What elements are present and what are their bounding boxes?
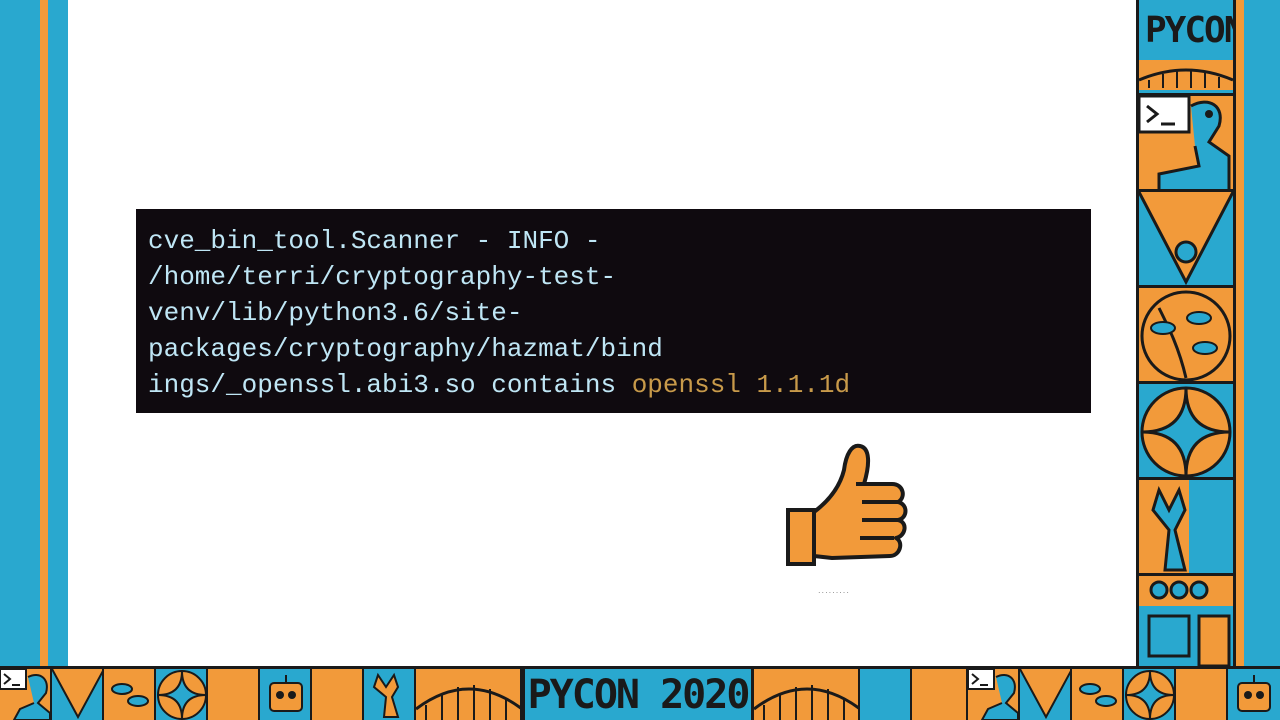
side-star-tile — [1139, 384, 1233, 480]
side-snake-tile — [1139, 96, 1233, 192]
terminal-output: cve_bin_tool.Scanner - INFO - /home/terr… — [136, 209, 1091, 413]
right-orange-stripe — [1236, 0, 1244, 666]
bottom-pillars-tile-2 — [1176, 669, 1228, 720]
bottom-pycon-title: PYCON 2020 — [522, 669, 754, 720]
robot-icon — [1237, 675, 1271, 712]
bottom-star-tile-2 — [1124, 669, 1176, 720]
terminal-line-4: packages/cryptography/hazmat/bind — [148, 334, 663, 364]
terminal-line-1: cve_bin_tool.Scanner - INFO - — [148, 226, 601, 256]
side-chevron-tile — [1139, 192, 1233, 288]
bridge-icon — [754, 685, 858, 720]
bottom-laurel-tile-2 — [1072, 669, 1124, 720]
terminal-line-2: /home/terri/cryptography-test- — [148, 262, 617, 292]
wrench-icon — [372, 672, 400, 718]
robot-icon — [269, 675, 303, 712]
terminal-prompt-icon — [968, 669, 1018, 720]
thumbs-up-icon — [786, 443, 908, 566]
left-blue-border — [48, 0, 68, 666]
side-laurel-tile — [1139, 288, 1233, 384]
openssl-version-highlight: openssl 1.1.1d — [631, 370, 851, 400]
bottom-laurel-tile — [104, 669, 156, 720]
laurel-icon — [1079, 683, 1117, 707]
side-decor-column: PYCON — [1136, 0, 1236, 666]
bottom-panel-tile — [860, 669, 912, 720]
terminal-line-3: venv/lib/python3.6/site- — [148, 298, 523, 328]
laurel-icon — [111, 683, 149, 707]
side-pycon-logo-tile: PYCON — [1139, 0, 1233, 96]
python-snake-icon — [1139, 96, 1231, 189]
bridge-icon — [1139, 60, 1233, 90]
bottom-bridge-tile — [416, 669, 522, 720]
bottom-robot-tile-2 — [1228, 669, 1280, 720]
left-orange-stripe — [40, 0, 48, 666]
bottom-window-tile — [912, 669, 968, 720]
star-circle-icon — [1125, 670, 1174, 720]
bottom-star-tile — [156, 669, 208, 720]
bottom-chevron-tile — [52, 669, 104, 720]
bottom-robot-tile — [260, 669, 312, 720]
bottom-wrench-tile — [364, 669, 416, 720]
wrench-icon — [1151, 480, 1233, 573]
side-robot-tile — [1139, 576, 1233, 666]
bottom-dots-tile — [312, 669, 364, 720]
side-wrench-tile — [1139, 480, 1233, 576]
terminal-prompt-icon — [0, 669, 50, 720]
star-circle-icon — [1140, 386, 1232, 477]
bottom-pillars-tile — [208, 669, 260, 720]
chevron-pattern-icon — [1139, 192, 1233, 285]
bottom-terminal-tile-2 — [968, 669, 1020, 720]
chevron-pattern-icon — [52, 669, 102, 720]
side-pycon-logo: PYCON — [1145, 10, 1233, 51]
star-circle-icon — [157, 670, 206, 720]
bridge-icon — [416, 685, 520, 720]
bottom-decor-strip: PYCON 2020 — [0, 666, 1280, 720]
terminal-line-5-text: ings/_openssl.abi3.so contains — [148, 370, 632, 400]
thumbs-caption: ......... — [818, 586, 850, 595]
laurel-icon — [1140, 290, 1232, 381]
terminal-line-5: ings/_openssl.abi3.so contains openssl 1… — [148, 367, 1079, 403]
bottom-bridge-tile-2 — [754, 669, 860, 720]
chevron-pattern-icon — [1020, 669, 1070, 720]
robot-icon — [1139, 576, 1233, 666]
bottom-terminal-tile — [0, 669, 52, 720]
bottom-chevron-tile-2 — [1020, 669, 1072, 720]
